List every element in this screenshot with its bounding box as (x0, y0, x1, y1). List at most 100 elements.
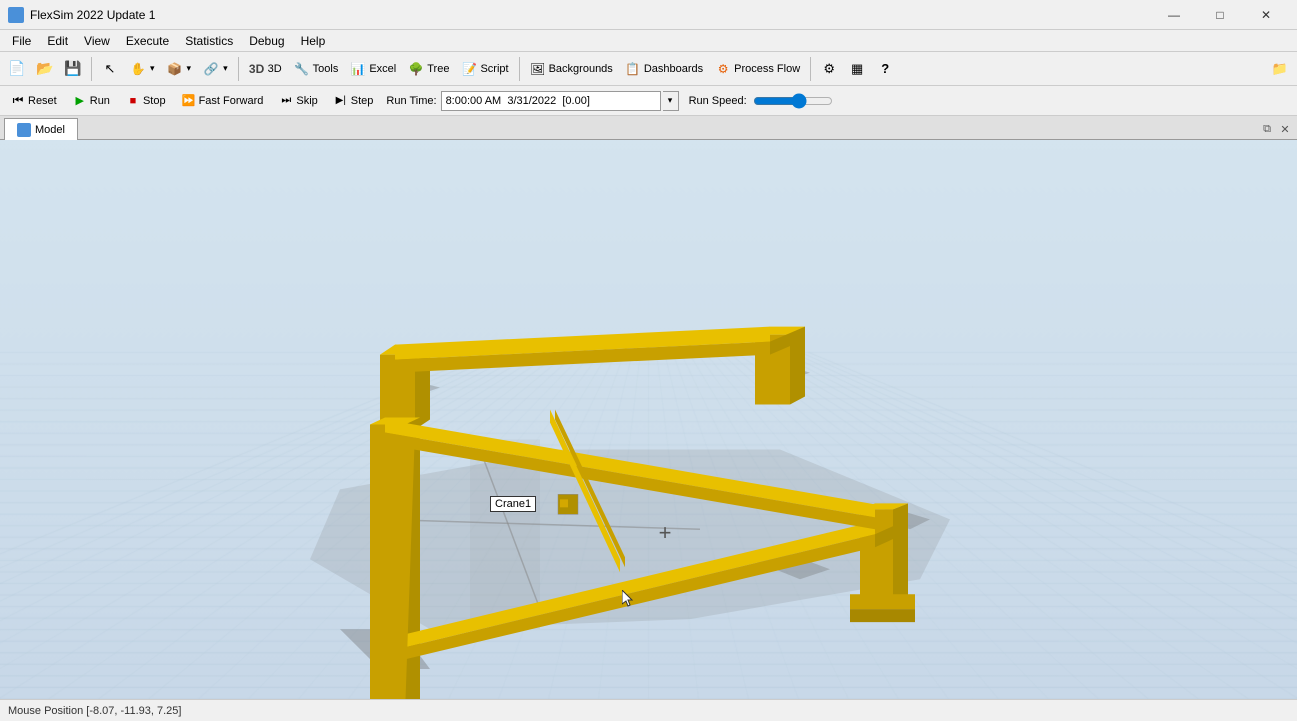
tab-model-icon (17, 123, 31, 137)
tab-model[interactable]: Model (4, 118, 78, 140)
stop-label: Stop (143, 95, 166, 107)
view3d-label: 3D (268, 63, 282, 75)
fastforward-label: Fast Forward (199, 95, 264, 107)
viewport-3d[interactable]: + Crane1 (0, 140, 1297, 699)
app-icon (8, 7, 24, 23)
object-dropdown-arrow: ▾ (187, 63, 192, 74)
dashboards-button[interactable]: 📋 Dashboards (620, 56, 708, 82)
window-controls: — □ ✕ (1151, 0, 1289, 30)
processflow-label: Process Flow (734, 63, 800, 75)
tab-close-button[interactable]: ✕ (1277, 121, 1293, 137)
run-button[interactable]: Run (66, 89, 117, 113)
separator-2 (238, 57, 239, 81)
explorer-icon: 📁 (1272, 61, 1288, 77)
simulation-toolbar: Reset Run Stop Fast Forward Skip Step Ru… (0, 86, 1297, 116)
tab-bar-controls: ⧉ ✕ (1259, 121, 1293, 139)
open-icon: 📂 (37, 61, 53, 77)
separator-3 (519, 57, 520, 81)
mouse-position: Mouse Position [-8.07, -11.93, 7.25] (8, 705, 181, 717)
new-button[interactable]: 📄 (4, 56, 30, 82)
backgrounds-label: Backgrounds (549, 63, 613, 75)
title-bar: FlexSim 2022 Update 1 — □ ✕ (0, 0, 1297, 30)
processflow-button[interactable]: ⚙ Process Flow (710, 56, 805, 82)
backgrounds-button[interactable]: 🖼 Backgrounds (525, 56, 618, 82)
separator-1 (91, 57, 92, 81)
reset-icon (11, 94, 25, 108)
processflow-icon: ⚙ (715, 61, 731, 77)
maximize-button[interactable]: □ (1197, 0, 1243, 30)
layout-button[interactable]: ▦ (844, 56, 870, 82)
menu-edit[interactable]: Edit (39, 30, 76, 52)
run-icon (73, 94, 87, 108)
excel-icon: 📊 (350, 61, 366, 77)
runtime-input[interactable] (441, 91, 661, 111)
tree-button[interactable]: 🌳 Tree (403, 56, 454, 82)
tree-icon: 🌳 (408, 61, 424, 77)
tab-bar: Model ⧉ ✕ (0, 116, 1297, 140)
help-button[interactable]: ? (872, 56, 898, 82)
minimize-button[interactable]: — (1151, 0, 1197, 30)
new-icon: 📄 (9, 61, 25, 77)
tools-label: Tools (313, 63, 339, 75)
navigate-dropdown-arrow: ▾ (150, 63, 155, 74)
object-button[interactable]: 📦 ▾ (162, 56, 197, 82)
navigate-button[interactable]: ✋ ▾ (125, 56, 160, 82)
dashboards-icon: 📋 (625, 61, 641, 77)
step-button[interactable]: Step (327, 89, 381, 113)
script-icon: 📝 (461, 61, 477, 77)
open-button[interactable]: 📂 (32, 56, 58, 82)
separator-4 (810, 57, 811, 81)
layout-icon: ▦ (849, 61, 865, 77)
runtime-dropdown[interactable]: ▾ (663, 91, 679, 111)
fastforward-icon (182, 94, 196, 108)
app-title: FlexSim 2022 Update 1 (30, 8, 1151, 22)
skip-label: Skip (296, 95, 317, 107)
skip-icon (279, 94, 293, 108)
menu-debug[interactable]: Debug (241, 30, 292, 52)
menu-file[interactable]: File (4, 30, 39, 52)
stop-icon (126, 94, 140, 108)
run-label: Run (90, 95, 110, 107)
menu-statistics[interactable]: Statistics (177, 30, 241, 52)
runspeed-slider[interactable] (753, 93, 833, 109)
status-bar: Mouse Position [-8.07, -11.93, 7.25] (0, 699, 1297, 721)
tab-float-button[interactable]: ⧉ (1259, 121, 1275, 137)
settings-icon: ⚙ (821, 61, 837, 77)
main-toolbar: 📄 📂 💾 ↖ ✋ ▾ 📦 ▾ 🔗 ▾ 3D 3D 🔧 Tools 📊 Exce… (0, 52, 1297, 86)
grid-canvas (0, 140, 1297, 699)
connect-icon: 🔗 (203, 61, 219, 77)
skip-button[interactable]: Skip (272, 89, 324, 113)
close-button[interactable]: ✕ (1243, 0, 1289, 30)
step-label: Step (351, 95, 374, 107)
save-icon: 💾 (65, 61, 81, 77)
tree-label: Tree (427, 63, 449, 75)
navigate-icon: ✋ (130, 61, 146, 77)
tools-button[interactable]: 🔧 Tools (289, 56, 344, 82)
excel-button[interactable]: 📊 Excel (345, 56, 401, 82)
fastforward-button[interactable]: Fast Forward (175, 89, 271, 113)
connect-dropdown-arrow: ▾ (223, 63, 228, 74)
dashboards-label: Dashboards (644, 63, 703, 75)
excel-label: Excel (369, 63, 396, 75)
view3d-button[interactable]: 3D 3D (244, 56, 287, 82)
help-icon: ? (877, 61, 893, 77)
step-icon (334, 94, 348, 108)
menu-bar: File Edit View Execute Statistics Debug … (0, 30, 1297, 52)
save-button[interactable]: 💾 (60, 56, 86, 82)
tools-icon: 🔧 (294, 61, 310, 77)
reset-label: Reset (28, 95, 57, 107)
runtime-label: Run Time: (386, 95, 436, 107)
object-icon: 📦 (167, 61, 183, 77)
reset-button[interactable]: Reset (4, 89, 64, 113)
menu-help[interactable]: Help (293, 30, 334, 52)
backgrounds-icon: 🖼 (530, 61, 546, 77)
menu-view[interactable]: View (76, 30, 118, 52)
stop-button[interactable]: Stop (119, 89, 173, 113)
menu-execute[interactable]: Execute (118, 30, 177, 52)
explorer-button[interactable]: 📁 (1267, 56, 1293, 82)
script-label: Script (480, 63, 508, 75)
script-button[interactable]: 📝 Script (456, 56, 513, 82)
settings-button[interactable]: ⚙ (816, 56, 842, 82)
select-tool-button[interactable]: ↖ (97, 56, 123, 82)
connect-button[interactable]: 🔗 ▾ (198, 56, 233, 82)
